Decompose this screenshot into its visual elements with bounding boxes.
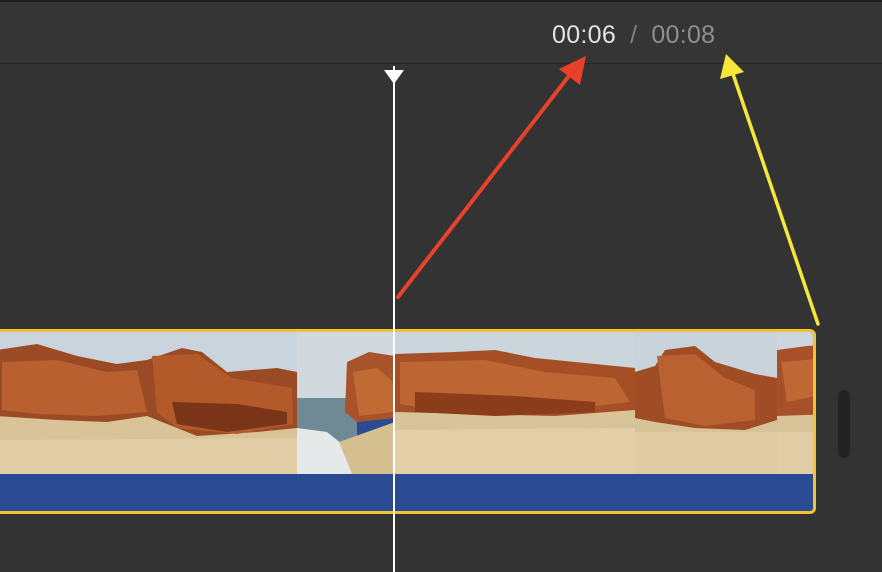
timeline-toolbar: 00:06 / 00:08 xyxy=(0,2,882,64)
video-clip[interactable] xyxy=(0,329,816,514)
clip-thumbnail xyxy=(635,332,777,474)
playhead[interactable] xyxy=(393,70,395,572)
time-separator: / xyxy=(630,20,638,49)
current-time: 00:06 xyxy=(552,20,617,49)
clip-thumbnail xyxy=(297,332,395,474)
playhead-triangle-icon[interactable] xyxy=(383,66,405,86)
clip-thumbnail xyxy=(777,332,813,474)
clip-filmstrip xyxy=(0,332,813,474)
clip-thumbnail xyxy=(0,332,297,474)
total-duration: 00:08 xyxy=(651,20,716,49)
clip-thumbnail xyxy=(395,332,635,474)
clip-audio-track xyxy=(0,474,813,511)
vertical-scrollbar-thumb[interactable] xyxy=(838,390,850,458)
timecode-display: 00:06 / 00:08 xyxy=(552,19,715,51)
